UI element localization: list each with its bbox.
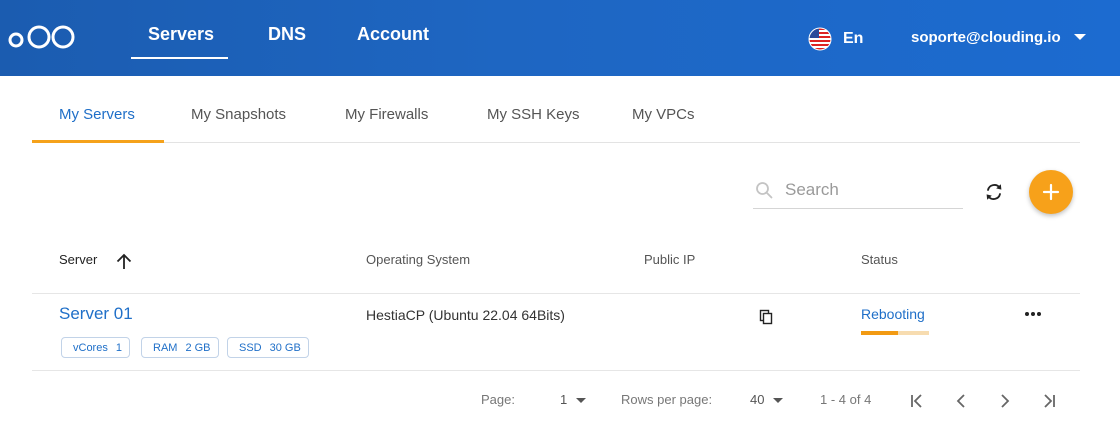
active-tab-indicator [32,140,164,143]
page-select[interactable]: 1 [560,392,587,407]
nav-account[interactable]: Account [357,24,429,52]
caret-down-icon [1073,34,1086,40]
page-value: 1 [560,392,568,407]
nav-servers[interactable]: Servers [148,24,214,52]
server-os: HestiaCP (Ubuntu 22.04 64Bits) [366,307,565,323]
page-label: Page: [481,392,515,407]
tab-my-servers[interactable]: My Servers [59,106,135,123]
page-range: 1 - 4 of 4 [820,392,872,407]
header-divider [32,293,1080,294]
tab-my-ssh-keys[interactable]: My SSH Keys [487,106,580,123]
rows-per-page-select[interactable]: 40 [750,392,784,407]
spec-chip-ram: RAM 2 GB [141,337,219,358]
status-progress-fill [861,331,899,335]
caret-down-icon [773,398,784,404]
clouding-logo-icon[interactable] [5,18,77,54]
more-options-icon[interactable] [1022,308,1044,320]
last-page-icon[interactable] [1039,391,1059,411]
servers-tabs: My Servers My Snapshots My Firewalls My … [32,90,1080,143]
add-server-button[interactable] [1029,170,1073,214]
spec-label: SSD [239,341,262,354]
plus-icon [1042,183,1060,201]
rows-per-page-value: 40 [750,392,765,407]
column-header-status[interactable]: Status [861,252,898,267]
user-email: soporte@clouding.io [911,28,1061,46]
spec-value: 30 GB [269,341,301,354]
column-header-public-ip[interactable]: Public IP [644,252,695,267]
language-label: En [843,30,864,47]
row-divider [32,370,1080,371]
status-progress-bar [861,331,929,335]
first-page-icon[interactable] [907,391,927,411]
column-header-os[interactable]: Operating System [366,252,470,267]
search-field [753,172,963,209]
spec-chip-ssd: SSD 30 GB [227,337,309,358]
spec-label: RAM [153,341,178,354]
active-nav-indicator [131,57,228,59]
language-selector[interactable]: En [808,26,863,52]
spec-chip-vcores: vCores 1 [61,337,130,358]
spec-label: vCores [73,341,108,354]
rows-per-page-label: Rows per page: [621,392,713,407]
next-page-icon[interactable] [995,391,1015,411]
us-flag-icon [808,27,832,51]
previous-page-icon[interactable] [951,391,971,411]
search-input[interactable] [785,177,955,203]
user-menu[interactable]: soporte@clouding.io [911,26,1086,48]
spec-value: 2 GB [185,341,211,354]
top-nav-bar: Servers DNS Account En soporte@clouding.… [0,0,1120,76]
search-icon [756,182,773,199]
caret-down-icon [576,398,587,404]
copy-icon[interactable] [758,309,774,325]
status-label: Rebooting [861,306,925,322]
sort-ascending-icon[interactable] [114,251,134,271]
column-header-server[interactable]: Server [59,252,97,267]
spec-value: 1 [115,341,122,354]
tab-my-snapshots[interactable]: My Snapshots [191,106,286,123]
server-name-link[interactable]: Server 01 [59,304,133,324]
tab-my-firewalls[interactable]: My Firewalls [345,106,428,123]
tab-my-vpcs[interactable]: My VPCs [632,106,695,123]
refresh-icon[interactable] [981,179,1007,205]
nav-dns[interactable]: DNS [268,24,306,52]
